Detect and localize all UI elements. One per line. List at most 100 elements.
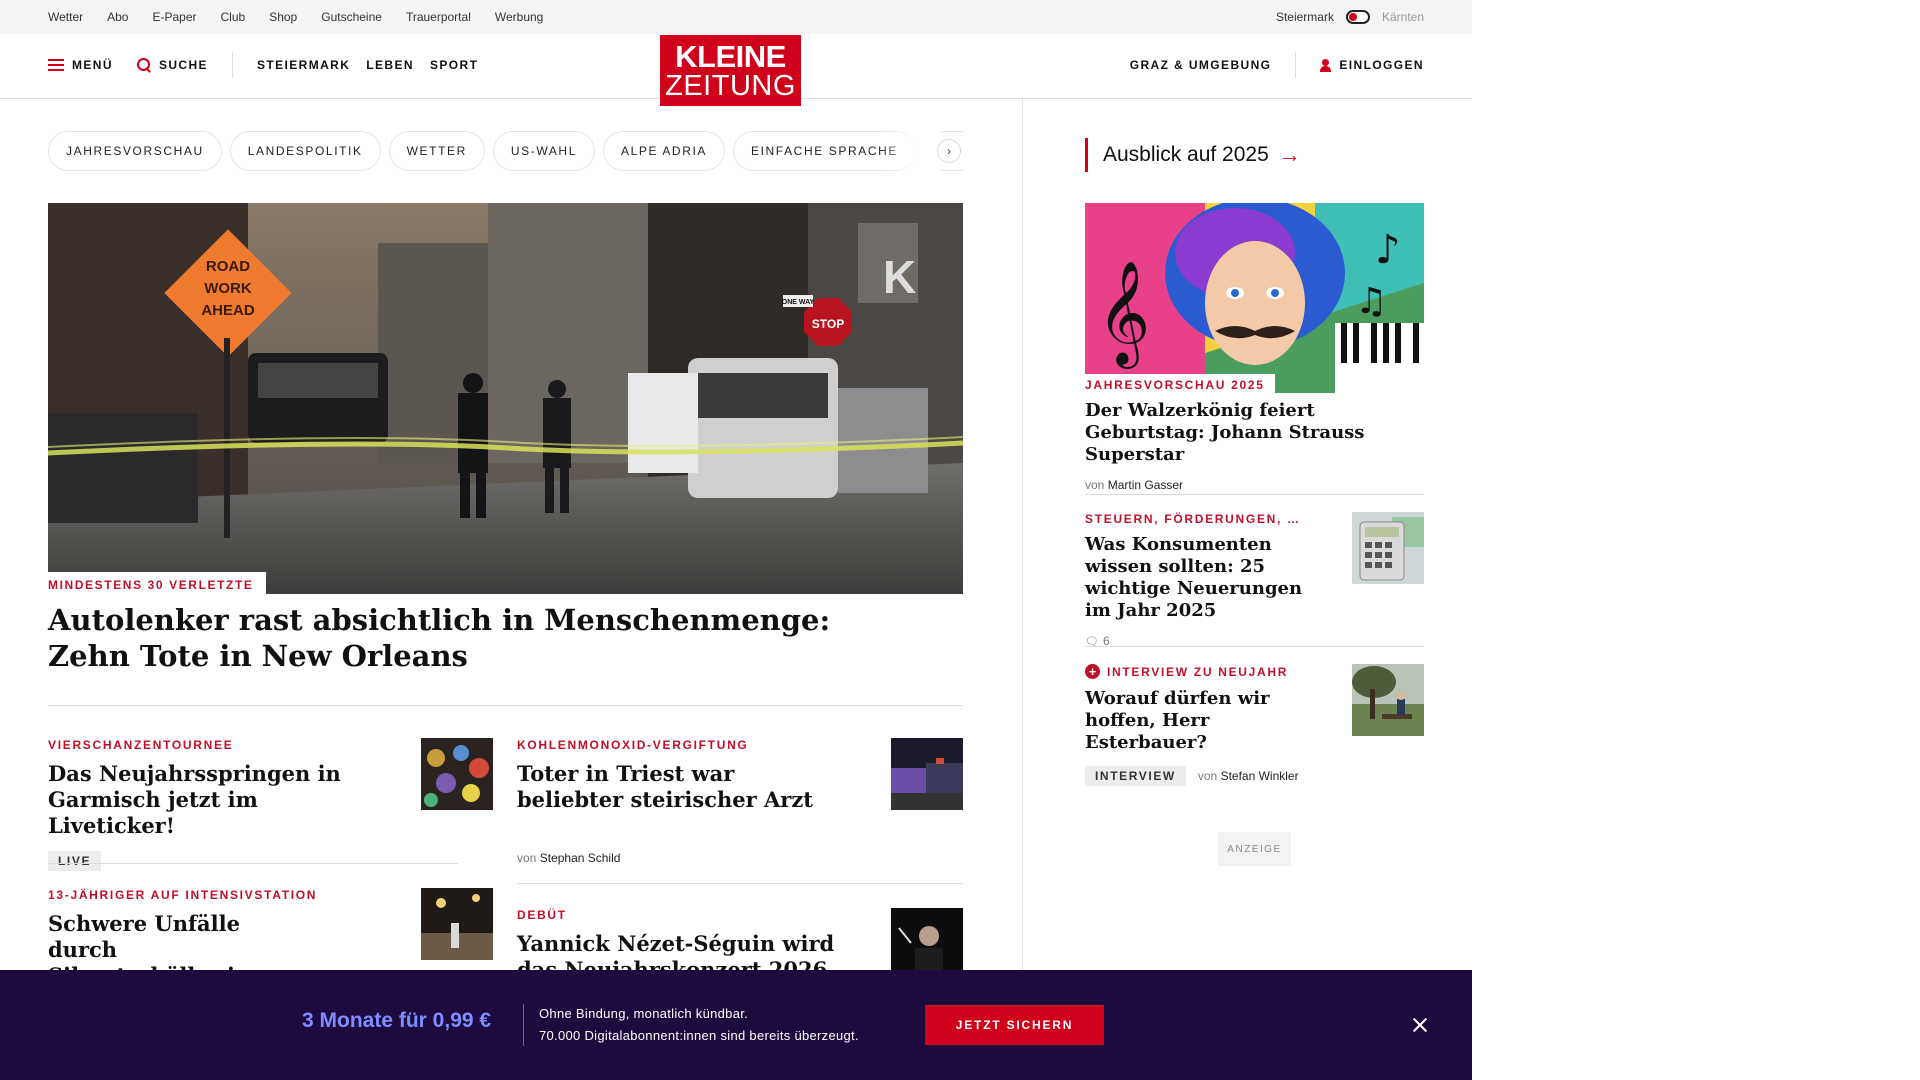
article-divider-left	[48, 863, 458, 864]
sidebar-1-author[interactable]: Martin Gasser	[1108, 478, 1183, 492]
hero-sign-work: WORK	[204, 280, 252, 297]
sidebar-1-title[interactable]: Der Walzerkönig feiert Geburtstag: Johan…	[1085, 400, 1424, 466]
region-switch: Steiermark Kärnten	[1276, 0, 1424, 34]
sidebar-3-byline-prefix: von	[1197, 769, 1218, 783]
hero-kicker: MINDESTENS 30 VERLETZTE	[48, 572, 266, 594]
sidebar-heading-text: Ausblick auf 2025	[1103, 143, 1269, 166]
ad-label: ANZEIGE	[1218, 832, 1291, 866]
tag-alpe-adria[interactable]: ALPE ADRIA	[602, 131, 725, 171]
header-divider-right	[1295, 52, 1297, 78]
sidebar-1-byline: von Martin Gasser	[1085, 478, 1424, 492]
main-nav: STEIERMARK LEBEN SPORT	[257, 58, 478, 72]
column-divider	[1022, 99, 1023, 1080]
live-badge: LIVE	[48, 851, 102, 871]
utility-link-epaper[interactable]: E-Paper	[152, 10, 196, 24]
region-steiermark[interactable]: Steiermark	[1276, 10, 1334, 24]
sidebar-3-author[interactable]: Stefan Winkler	[1221, 769, 1299, 783]
sidebar-feature-image[interactable]: 𝄞 ♪ ♫	[1085, 203, 1424, 393]
sidebar-2-thumbnail[interactable]	[1352, 512, 1424, 584]
article-2-thumbnail[interactable]	[891, 738, 963, 810]
search-button[interactable]: SUCHE	[136, 58, 208, 72]
article-card-1[interactable]: VIERSCHANZENTOURNEE Das Neujahrsspringen…	[48, 738, 388, 871]
utility-link-trauerportal[interactable]: Trauerportal	[406, 10, 471, 24]
article-3-thumbnail[interactable]	[421, 888, 493, 960]
utility-link-wetter[interactable]: Wetter	[48, 10, 83, 24]
site-logo[interactable]: KLEINE ZEITUNG	[660, 35, 801, 106]
logo-line2: ZEITUNG	[665, 69, 796, 102]
sidebar-3-title[interactable]: Worauf dürfen wir hoffen, Herr Esterbaue…	[1085, 688, 1325, 754]
interview-badge: INTERVIEW	[1085, 766, 1186, 786]
article-card-2[interactable]: KOHLENMONOXID-VERGIFTUNG Toter in Triest…	[517, 738, 857, 865]
sidebar-3-thumbnail[interactable]	[1352, 664, 1424, 736]
header-left: MENÜ SUCHE STEIERMARK LEBEN SPORT	[48, 34, 478, 96]
banner-offer: 3 Monate für 0,99 €	[302, 1009, 492, 1032]
utility-link-werbung[interactable]: Werbung	[495, 10, 543, 24]
banner-line-2: 70.000 Digitalabonnent:innen sind bereit…	[539, 1028, 859, 1043]
sidebar-1-kicker: JAHRESVORSCHAU 2025	[1085, 374, 1275, 394]
search-label: SUCHE	[158, 58, 208, 72]
search-icon	[136, 58, 151, 72]
menu-label: MENÜ	[72, 58, 113, 72]
sidebar-3-kicker-row: + INTERVIEW ZU NEUJAHR	[1085, 664, 1325, 679]
hero-divider	[48, 705, 963, 706]
sidebar-3-kicker: INTERVIEW ZU NEUJAHR	[1107, 664, 1289, 679]
hero-title[interactable]: Autolenker rast absichtlich in Menschenm…	[48, 602, 848, 674]
tag-jahresvorschau[interactable]: JAHRESVORSCHAU	[48, 131, 222, 171]
region-kaernten[interactable]: Kärnten	[1382, 10, 1424, 24]
article-divider-right	[517, 883, 963, 884]
sidebar-divider-2	[1085, 646, 1424, 647]
banner-text: Ohne Bindung, monatlich kündbar. 70.000 …	[539, 1003, 859, 1047]
region-link[interactable]: GRAZ & UMGEBUNG	[1130, 58, 1272, 72]
tag-us-wahl[interactable]: US-WAHL	[492, 131, 595, 171]
sidebar-heading[interactable]: Ausblick auf 2025 →	[1085, 138, 1301, 172]
tags-fade	[880, 131, 940, 171]
close-icon[interactable]	[1407, 1012, 1433, 1038]
article-3-kicker: 13-JÄHRIGER AUF INTENSIVSTATION	[48, 888, 318, 902]
utility-link-gutscheine[interactable]: Gutscheine	[321, 10, 382, 24]
article-2-author[interactable]: Stephan Schild	[540, 851, 621, 865]
article-2-title[interactable]: Toter in Triest war beliebter steirische…	[517, 761, 827, 813]
hero-image[interactable]: K ROAD WORK AHEAD STOP ONE WAY	[48, 203, 963, 594]
menu-button[interactable]: MENÜ	[48, 58, 113, 72]
nav-steiermark[interactable]: STEIERMARK	[257, 58, 350, 72]
subscribe-button[interactable]: JETZT SICHERN	[925, 1005, 1104, 1045]
article-1-kicker: VIERSCHANZENTOURNEE	[48, 738, 234, 752]
article-1-thumbnail[interactable]	[421, 738, 493, 810]
svg-text:♪: ♪	[1375, 227, 1401, 273]
hero-sign-ahead: AHEAD	[201, 302, 255, 319]
nav-sport[interactable]: SPORT	[430, 58, 478, 72]
hero-sign-stop: STOP	[812, 317, 844, 331]
login-label: EINLOGGEN	[1339, 58, 1424, 72]
login-button[interactable]: EINLOGGEN	[1320, 58, 1424, 72]
utility-link-abo[interactable]: Abo	[107, 10, 128, 24]
banner-line-1: Ohne Bindung, monatlich kündbar.	[539, 1006, 749, 1021]
sidebar-card-3[interactable]: + INTERVIEW ZU NEUJAHR Worauf dürfen wir…	[1085, 664, 1325, 786]
tag-wetter[interactable]: WETTER	[388, 131, 485, 171]
tags-next-button[interactable]: ›	[937, 139, 961, 163]
topic-tags: JAHRESVORSCHAU LANDESPOLITIK WETTER US-W…	[48, 131, 963, 171]
sidebar-2-title[interactable]: Was Konsumenten wissen sollten: 25 wicht…	[1085, 534, 1325, 622]
utility-link-club[interactable]: Club	[221, 10, 246, 24]
hamburger-icon	[48, 59, 64, 71]
region-toggle[interactable]	[1345, 10, 1370, 24]
header-divider	[231, 52, 233, 78]
svg-text:K: K	[883, 251, 916, 303]
hero-sign-road: ROAD	[206, 258, 250, 275]
sidebar-card-2[interactable]: STEUERN, FÖRDERUNGEN, … Was Konsumenten …	[1085, 512, 1325, 648]
sidebar-1-byline-prefix: von	[1085, 478, 1105, 492]
plus-icon: +	[1085, 664, 1100, 679]
thumbnail-ski-fans	[421, 738, 493, 810]
article-1-title[interactable]: Das Neujahrsspringen in Garmisch jetzt i…	[48, 761, 368, 839]
sidebar-3-meta: INTERVIEW von Stefan Winkler	[1085, 766, 1325, 786]
tag-landespolitik[interactable]: LANDESPOLITIK	[229, 131, 381, 171]
nav-leben[interactable]: LEBEN	[366, 58, 414, 72]
site-header: MENÜ SUCHE STEIERMARK LEBEN SPORT KLEINE…	[0, 34, 1472, 106]
article-2-byline-prefix: von	[517, 851, 537, 865]
utility-bar: Wetter Abo E-Paper Club Shop Gutscheine …	[0, 0, 1472, 34]
illustration-johann-strauss: 𝄞 ♪ ♫	[1085, 203, 1424, 393]
hero-sign-oneway: ONE WAY	[782, 299, 815, 306]
utility-link-shop[interactable]: Shop	[269, 10, 297, 24]
sidebar-card-1[interactable]: JAHRESVORSCHAU 2025 Der Walzerkönig feie…	[1085, 374, 1424, 492]
arrow-right-icon: →	[1278, 142, 1301, 167]
article-2-byline: von Stephan Schild	[517, 851, 857, 865]
